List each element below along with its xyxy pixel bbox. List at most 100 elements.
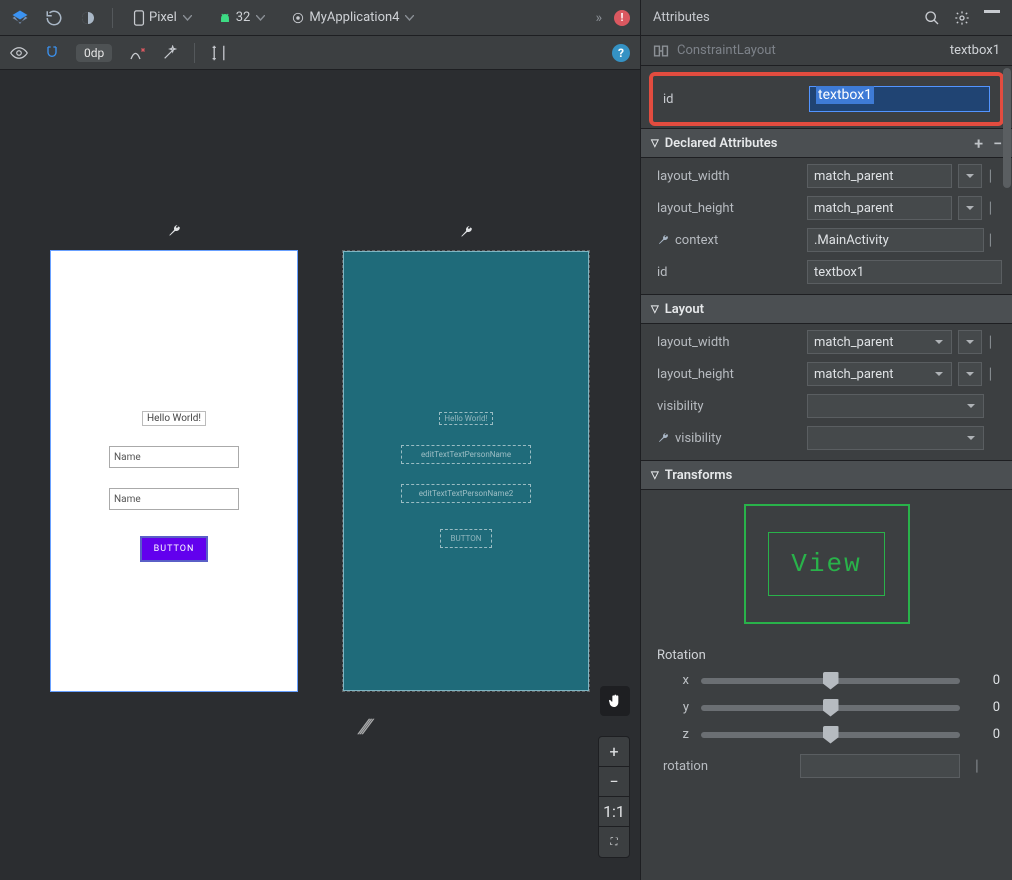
design-preview[interactable]: Hello World! Name Name BUTTON — [50, 250, 298, 692]
dropdown-button[interactable] — [958, 164, 982, 188]
prop-value[interactable] — [807, 426, 984, 450]
scrollbar[interactable] — [1002, 68, 1012, 870]
warnings-badge[interactable]: ! — [614, 10, 630, 26]
prop-id: id textbox1 — [651, 258, 1002, 286]
more-indicator[interactable]: ⎸ — [970, 759, 996, 774]
more-indicator[interactable]: ⎸ — [990, 335, 1002, 350]
dropdown-button[interactable] — [958, 362, 982, 386]
device-selector[interactable]: Pixel — [127, 8, 198, 28]
attributes-title: Attributes — [653, 10, 914, 25]
eye-icon[interactable] — [10, 46, 28, 60]
slider-thumb[interactable] — [823, 672, 839, 690]
dropdown-button[interactable] — [958, 196, 982, 220]
app-selector[interactable]: MyApplication4 — [285, 8, 420, 27]
clear-constraints-icon[interactable] — [128, 44, 146, 62]
blueprint-field-2: editTextTextPersonName2 — [401, 484, 531, 503]
default-margin[interactable]: 0dp — [76, 44, 112, 62]
section-layout[interactable]: ▽ Layout — [641, 294, 1012, 324]
axis-label: z — [653, 727, 689, 742]
rotate-icon[interactable] — [44, 8, 64, 28]
device-name: Pixel — [149, 10, 177, 25]
api-selector[interactable]: 32 — [212, 8, 272, 27]
blueprint-button: BUTTON — [440, 529, 493, 548]
dropdown-button[interactable] — [958, 330, 982, 354]
zoom-1to1-button[interactable]: 1:1 — [599, 797, 629, 827]
rotation-x-slider[interactable] — [701, 678, 960, 684]
prop-layout-width: layout_width match_parent ⎸ — [651, 328, 1002, 356]
rotation-heading: Rotation — [657, 648, 1000, 663]
add-attribute-button[interactable]: + — [974, 134, 983, 153]
prop-value[interactable]: match_parent — [807, 330, 952, 354]
guidelines-icon[interactable] — [211, 44, 227, 62]
chevron-down-icon — [405, 15, 414, 21]
magic-wand-icon[interactable] — [162, 45, 178, 61]
view-label: View — [768, 532, 884, 596]
help-button[interactable]: ? — [612, 44, 630, 62]
design-canvas[interactable]: Hello World! Name Name BUTTON Hello Worl… — [0, 70, 640, 880]
rotation-y-value: 0 — [972, 700, 1000, 715]
prop-value[interactable] — [800, 754, 960, 778]
section-title: Transforms — [665, 468, 733, 483]
prop-value[interactable] — [807, 394, 984, 418]
prop-value[interactable]: match_parent — [807, 164, 952, 188]
chevron-down-icon: ▽ — [651, 470, 659, 481]
blueprint-preview[interactable]: Hello World! editTextTextPersonName edit… — [342, 250, 590, 692]
overflow-icon[interactable]: » — [595, 10, 600, 26]
prop-tools-visibility: visibility — [651, 424, 1002, 452]
api-level: 32 — [236, 10, 251, 25]
minimize-icon[interactable] — [984, 10, 1000, 26]
rotation-x-value: 0 — [972, 673, 1000, 688]
wrench-icon — [657, 234, 669, 246]
id-value: textbox1 — [816, 86, 874, 104]
id-edit-row: id textbox1 — [649, 72, 1004, 126]
prop-label: layout_height — [651, 201, 801, 216]
prop-value[interactable]: match_parent — [807, 196, 952, 220]
more-indicator[interactable]: ⎸ — [990, 169, 1002, 184]
prop-value[interactable]: .MainActivity — [807, 228, 984, 252]
prop-value[interactable]: match_parent — [807, 362, 952, 386]
search-icon[interactable] — [924, 10, 940, 26]
more-indicator[interactable]: ⎸ — [990, 201, 1002, 216]
prop-value[interactable]: textbox1 — [807, 260, 1002, 284]
section-transforms[interactable]: ▽ Transforms — [641, 460, 1012, 490]
prop-label: layout_width — [651, 169, 801, 184]
scrollbar-thumb[interactable] — [1003, 68, 1011, 188]
more-indicator[interactable]: ⎸ — [990, 233, 1002, 248]
zoom-controls: + − 1:1 ⛶ — [598, 736, 630, 858]
design-editor: Pixel 32 MyApplication4 » ! — [0, 0, 640, 880]
constraint-icon — [653, 44, 669, 58]
axis-label: x — [653, 673, 689, 688]
attributes-panel: Attributes ConstraintLayout textbox1 id … — [640, 0, 1012, 880]
rotation-z-slider[interactable] — [701, 732, 960, 738]
phone-icon — [133, 10, 145, 26]
app-name: MyApplication4 — [309, 10, 399, 25]
rotation-y-row: y 0 — [653, 700, 1000, 715]
contrast-icon[interactable] — [78, 8, 98, 28]
remove-attribute-button[interactable]: − — [993, 134, 1002, 153]
pan-tool-button[interactable] — [600, 686, 630, 716]
rotation-z-row: z 0 — [653, 727, 1000, 742]
prop-label: layout_height — [651, 367, 801, 382]
magnet-icon[interactable] — [44, 45, 60, 61]
transforms-content: View Rotation x 0 y 0 z 0 rotation — [641, 490, 1012, 788]
section-title: Declared Attributes — [665, 136, 778, 151]
prop-layout-width: layout_width match_parent ⎸ — [651, 162, 1002, 190]
prop-layout-height: layout_height match_parent ⎸ — [651, 360, 1002, 388]
id-input[interactable]: textbox1 — [809, 86, 990, 112]
zoom-in-button[interactable]: + — [599, 737, 629, 767]
section-declared-attributes[interactable]: ▽ Declared Attributes + − — [641, 128, 1012, 158]
prop-label: context — [651, 233, 801, 248]
zoom-fit-button[interactable]: ⛶ — [599, 827, 629, 857]
hand-icon — [607, 693, 623, 709]
wrench-icon[interactable] — [459, 225, 473, 239]
more-indicator[interactable]: ⎸ — [990, 367, 1002, 382]
prop-layout-height: layout_height match_parent ⎸ — [651, 194, 1002, 222]
selection-breadcrumb: ConstraintLayout textbox1 — [641, 36, 1012, 66]
wrench-icon[interactable] — [167, 224, 181, 238]
zoom-out-button[interactable]: − — [599, 767, 629, 797]
slider-thumb[interactable] — [823, 726, 839, 744]
gear-icon[interactable] — [954, 10, 970, 26]
rotation-y-slider[interactable] — [701, 705, 960, 711]
layers-icon[interactable] — [10, 8, 30, 28]
slider-thumb[interactable] — [823, 699, 839, 717]
